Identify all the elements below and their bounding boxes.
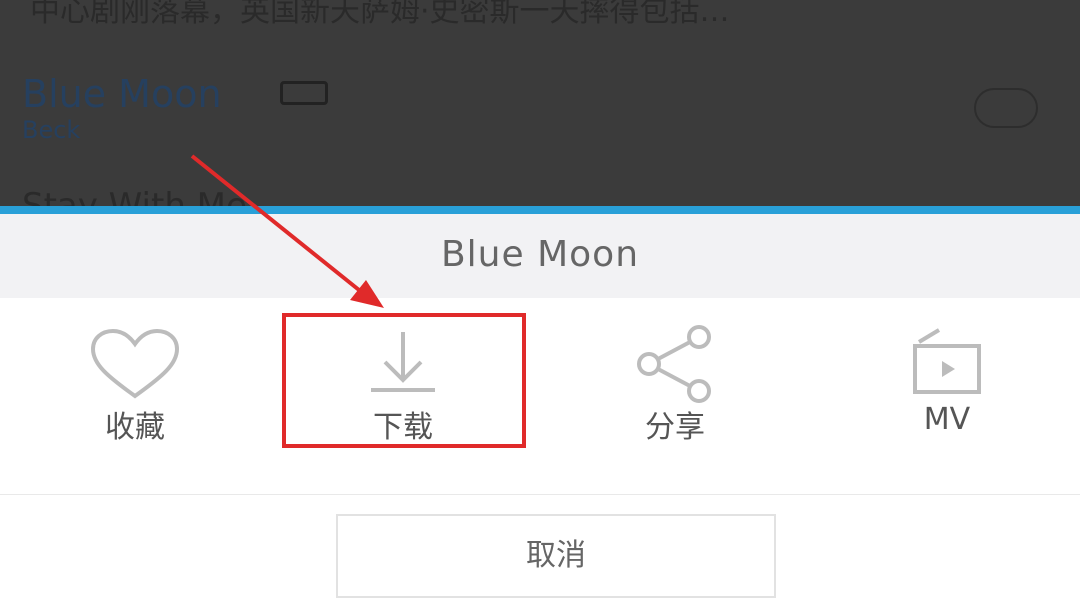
share-label: 分享 — [645, 410, 705, 445]
mv-icon — [913, 328, 981, 394]
share-button[interactable]: 分享 — [540, 298, 810, 494]
sheet-accent-bar — [0, 206, 1080, 214]
background-song-title: Blue Moon — [22, 72, 222, 116]
quality-badge-icon — [280, 81, 328, 105]
more-options-icon — [974, 88, 1038, 128]
background-description: 中心剧刚落幕，英国新天萨姆·史密斯一天摔得包括… — [30, 0, 730, 29]
divider — [0, 494, 1080, 495]
mv-label: MV — [923, 402, 971, 437]
background-song-artist: Beck — [22, 116, 81, 144]
mv-button[interactable]: MV — [812, 298, 1080, 494]
action-row: 收藏 下载 分享 MV — [0, 298, 1080, 494]
background-next-song: Stay With Me — [22, 186, 247, 208]
share-icon — [637, 325, 711, 403]
annotation-highlight-box — [282, 313, 526, 448]
background-song-list: 中心剧刚落幕，英国新天萨姆·史密斯一天摔得包括… Blue Moon Beck … — [0, 0, 1080, 208]
sheet-title: Blue Moon — [440, 234, 640, 275]
favorite-button[interactable]: 收藏 — [0, 298, 270, 494]
cancel-button[interactable]: 取消 — [336, 514, 776, 598]
heart-icon — [90, 328, 180, 399]
favorite-label: 收藏 — [105, 410, 165, 445]
